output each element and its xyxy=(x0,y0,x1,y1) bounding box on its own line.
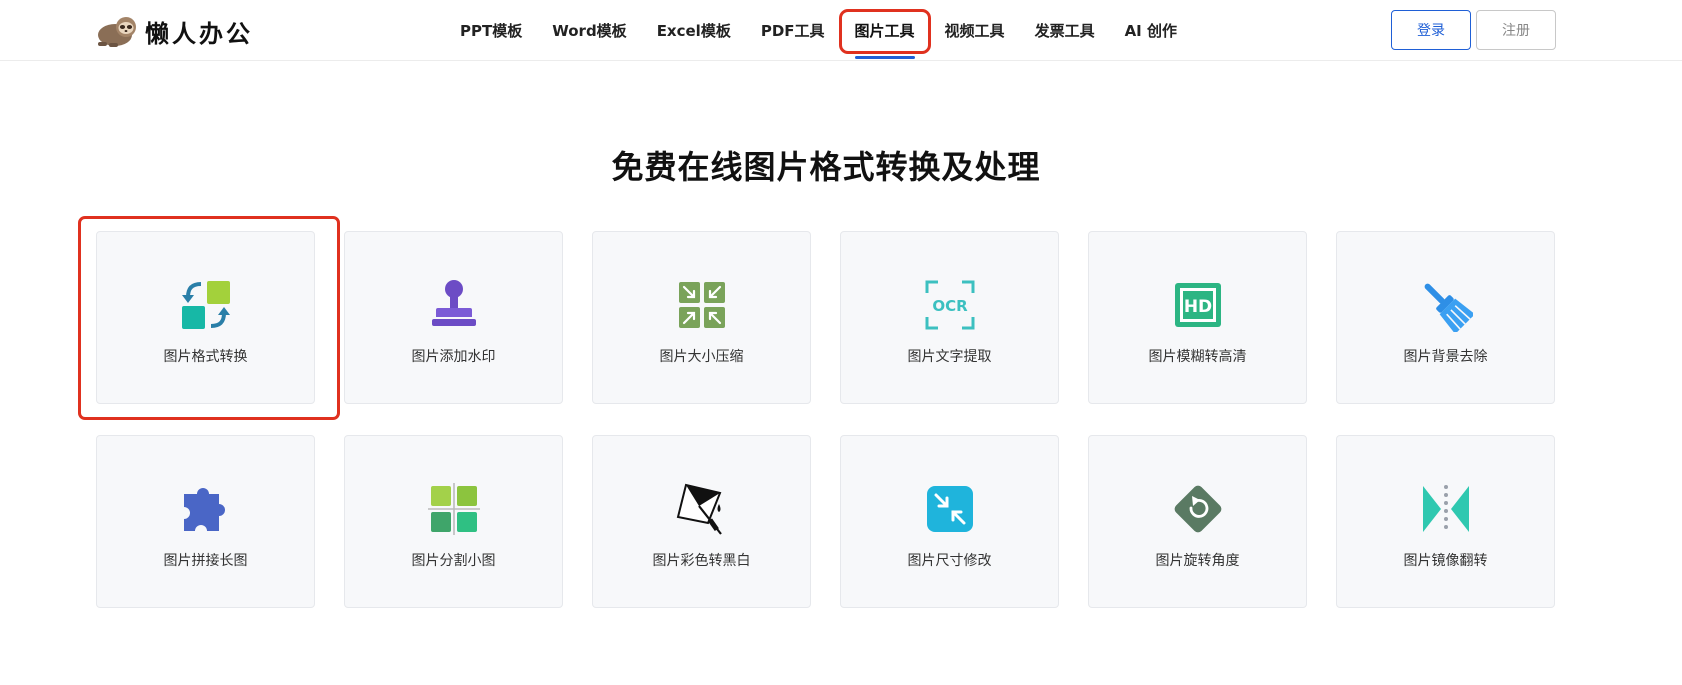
tool-card-label: 图片模糊转高清 xyxy=(1148,349,1247,365)
nav-item-ai[interactable]: AI 创作 xyxy=(1125,0,1177,61)
tool-card-label: 图片尺寸修改 xyxy=(907,553,992,569)
nav-item-image-tools[interactable]: 图片工具 xyxy=(838,0,931,61)
nav-item-word[interactable]: Word模板 xyxy=(552,0,626,61)
ocr-icon: OCR xyxy=(925,280,974,330)
hd-icon: HD xyxy=(1174,283,1221,327)
sloth-logo-icon xyxy=(98,17,136,47)
tool-card-label: 图片分割小图 xyxy=(411,553,496,569)
nav-item-excel[interactable]: Excel模板 xyxy=(657,0,731,61)
nav-item-video[interactable]: 视频工具 xyxy=(945,0,1005,61)
split-grid-icon xyxy=(427,483,480,535)
tool-card-mirror[interactable]: 图片镜像翻转 xyxy=(1336,435,1555,608)
tool-card-compress[interactable]: 图片大小压缩 xyxy=(592,231,811,404)
login-button[interactable]: 登录 xyxy=(1391,10,1471,50)
format-convert-icon xyxy=(181,281,230,329)
nav-item-label: Word模板 xyxy=(552,22,627,40)
tool-card-watermark[interactable]: 图片添加水印 xyxy=(344,231,563,404)
tool-card-format-convert[interactable]: 图片格式转换 xyxy=(96,231,315,404)
tool-card-bg-remove[interactable]: 图片背景去除 xyxy=(1336,231,1555,404)
main-nav: PPT模板 Word模板 Excel模板 PDF工具 图片工具 视频工具 发票工… xyxy=(460,0,1207,61)
tool-card-label: 图片添加水印 xyxy=(411,349,496,365)
tool-card-ocr[interactable]: OCR 图片文字提取 xyxy=(840,231,1059,404)
broom-icon xyxy=(1424,283,1473,332)
register-button[interactable]: 注册 xyxy=(1476,10,1556,50)
tool-card-label: 图片格式转换 xyxy=(163,349,248,365)
tool-grid: 图片格式转换 图片添加水印 图片大小压缩 OCR 图片文字提取 HD 图片模糊转… xyxy=(96,231,1556,608)
tool-card-split[interactable]: 图片分割小图 xyxy=(344,435,563,608)
svg-text:OCR: OCR xyxy=(932,297,968,315)
nav-item-label: PPT模板 xyxy=(460,22,523,40)
nav-item-label: PDF工具 xyxy=(760,22,825,40)
nav-item-invoice[interactable]: 发票工具 xyxy=(1035,0,1095,61)
nav-item-ppt[interactable]: PPT模板 xyxy=(460,0,522,61)
stamp-watermark-icon xyxy=(431,280,476,326)
highlight-box xyxy=(838,9,931,54)
tool-card-label: 图片文字提取 xyxy=(907,349,992,365)
tool-card-label: 图片拼接长图 xyxy=(163,553,248,569)
tool-card-rotate[interactable]: 图片旋转角度 xyxy=(1088,435,1307,608)
tool-card-label: 图片镜像翻转 xyxy=(1403,553,1488,569)
page-title: 免费在线图片格式转换及处理 xyxy=(611,148,1041,186)
tool-card-label: 图片旋转角度 xyxy=(1155,553,1240,569)
compress-icon xyxy=(678,282,725,328)
mirror-flip-icon xyxy=(1422,485,1469,532)
puzzle-icon xyxy=(183,488,225,531)
brand-logo[interactable]: 懒人办公 xyxy=(95,13,253,49)
brand-name: 懒人办公 xyxy=(145,19,253,48)
resize-icon xyxy=(926,486,973,532)
tool-card-resize[interactable]: 图片尺寸修改 xyxy=(840,435,1059,608)
tool-card-label: 图片彩色转黑白 xyxy=(652,553,751,569)
tool-card-grayscale[interactable]: 图片彩色转黑白 xyxy=(592,435,811,608)
nav-item-label: 发票工具 xyxy=(1034,22,1095,40)
tool-card-stitch[interactable]: 图片拼接长图 xyxy=(96,435,315,608)
nav-item-pdf[interactable]: PDF工具 xyxy=(761,0,825,61)
rotate-icon xyxy=(1174,485,1221,533)
nav-item-label: 视频工具 xyxy=(944,22,1005,40)
tool-card-hd[interactable]: HD 图片模糊转高清 xyxy=(1088,231,1307,404)
tool-card-label: 图片背景去除 xyxy=(1403,349,1488,365)
nav-item-label: Excel模板 xyxy=(656,22,731,40)
tool-card-label: 图片大小压缩 xyxy=(659,349,744,365)
nav-item-label: AI 创作 xyxy=(1124,22,1177,40)
top-header: 懒人办公 PPT模板 Word模板 Excel模板 PDF工具 图片工具 视频工… xyxy=(0,0,1682,61)
svg-text:HD: HD xyxy=(1183,297,1211,317)
paint-bucket-icon xyxy=(676,483,722,535)
active-tab-underline xyxy=(854,56,915,59)
